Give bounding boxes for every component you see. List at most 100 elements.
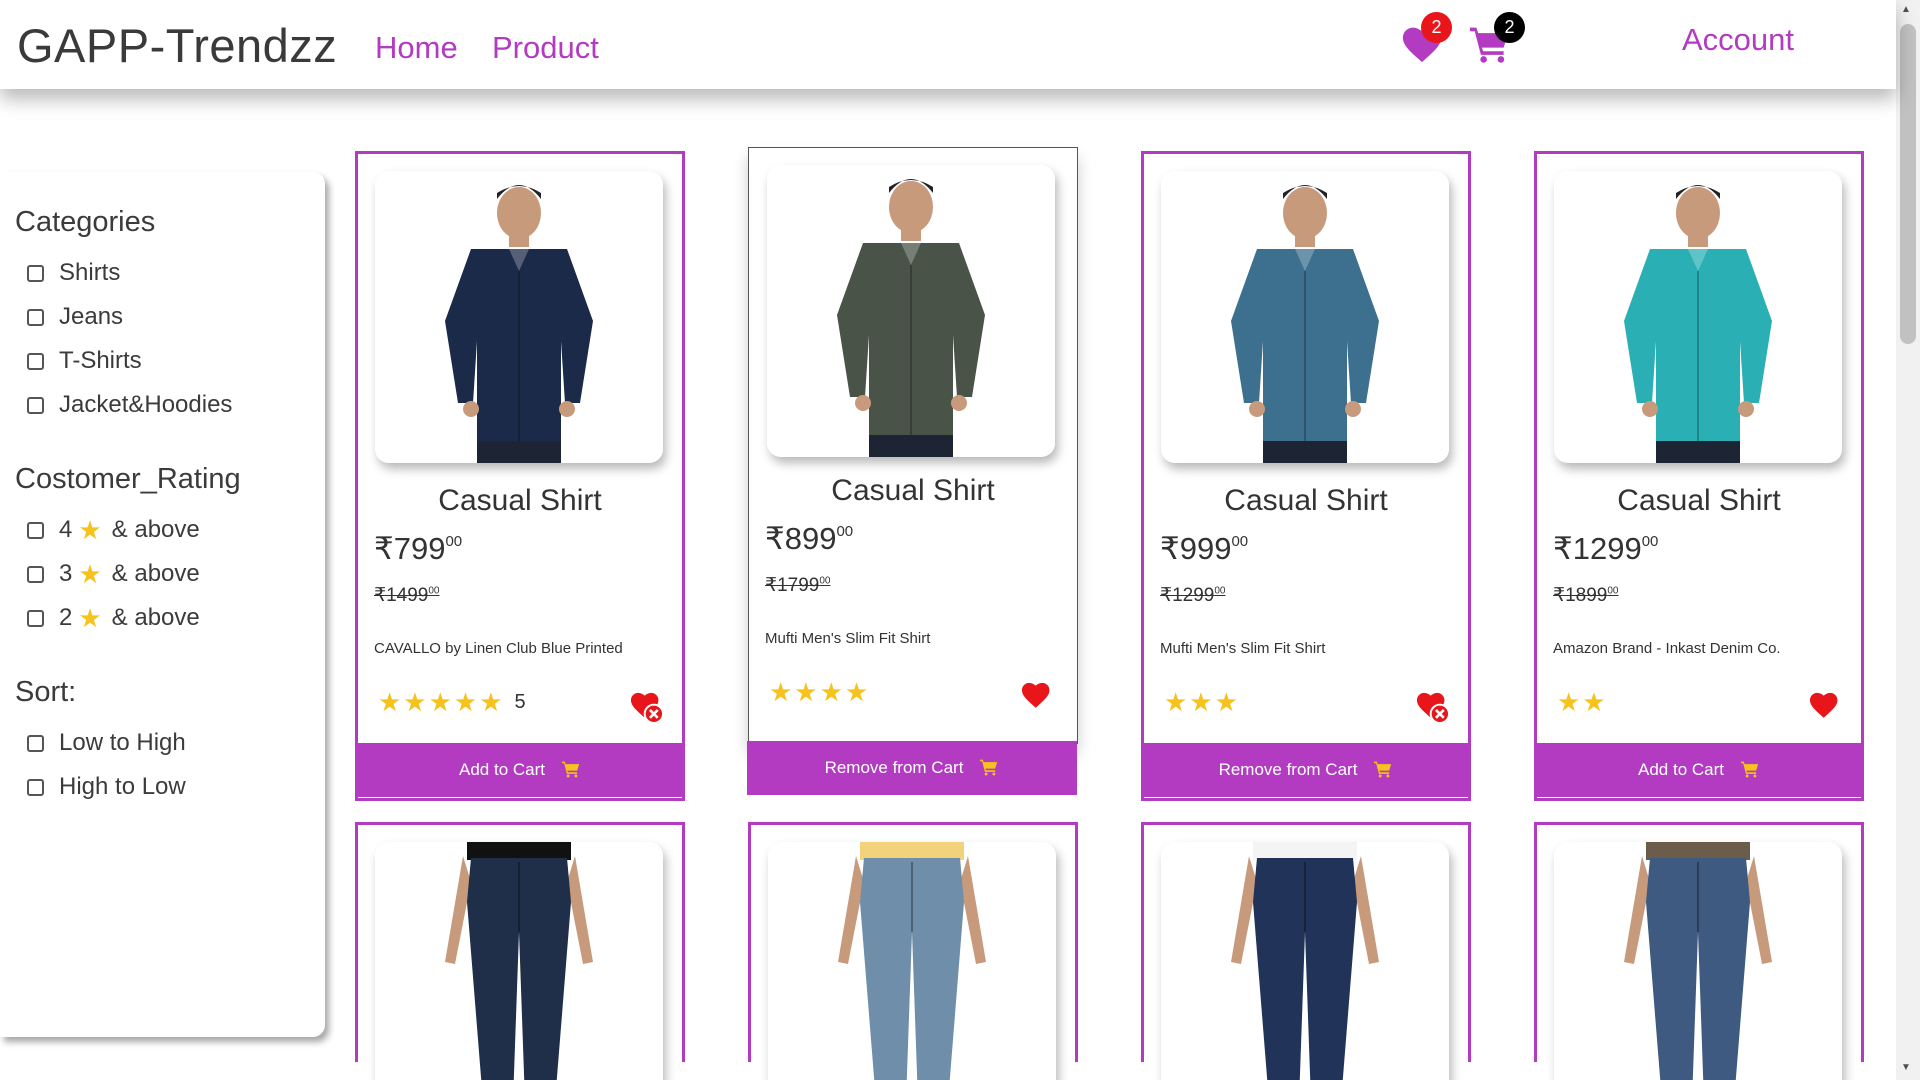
product-image-frame[interactable] [768, 842, 1056, 1080]
product-image [1554, 171, 1842, 463]
cart-icon [562, 761, 580, 778]
checkbox[interactable] [27, 734, 44, 752]
product-image-frame[interactable] [375, 171, 663, 463]
filter-rating-3[interactable]: 3 ★ & above [15, 552, 325, 596]
sort-label: Low to High [59, 729, 186, 756]
wishlist-count-badge: 2 [1421, 12, 1452, 43]
product-card[interactable] [1534, 822, 1864, 1080]
sort-low-to-high[interactable]: Low to High [15, 721, 325, 765]
checkbox[interactable] [27, 521, 44, 539]
product-price: ₹79900 [374, 531, 463, 566]
filter-rating-2[interactable]: 2 ★ & above [15, 596, 325, 640]
wishlist-heart-icon[interactable] [1019, 679, 1055, 713]
filter-label: Jeans [59, 303, 124, 330]
product-image-frame[interactable] [1161, 171, 1449, 463]
account-menu[interactable]: Account [1682, 22, 1794, 58]
product-image [1554, 842, 1842, 1080]
filter-shirts[interactable]: Shirts [15, 251, 325, 295]
filter-rating-4[interactable]: 4 ★ & above [15, 508, 325, 552]
product-card[interactable]: Casual Shirt ₹129900 ₹189900 Amazon Bran… [1534, 151, 1864, 801]
nav-product-link[interactable]: Product [492, 30, 599, 66]
product-image [768, 842, 1056, 1080]
scroll-up-arrow-icon[interactable]: ▲ [1901, 4, 1911, 15]
rating-stars: ★★★ [1164, 687, 1240, 717]
remove-wishlist-heart-icon[interactable] [628, 689, 664, 723]
product-card[interactable]: Casual Shirt ₹99900 ₹129900 Mufti Men's … [1141, 151, 1471, 801]
product-image [375, 842, 663, 1080]
product-description: Amazon Brand - Inkast Denim Co. [1553, 640, 1781, 657]
cart-icon [1374, 761, 1392, 778]
rating-count: 5 [514, 691, 526, 713]
product-image-frame[interactable] [767, 165, 1055, 457]
product-price: ₹99900 [1160, 531, 1249, 566]
rating-heading: Costomer_Rating [15, 463, 241, 495]
checkbox[interactable] [27, 565, 44, 583]
product-original-price: ₹149900 [374, 585, 440, 606]
checkbox[interactable] [27, 352, 44, 370]
sort-high-to-low[interactable]: High to Low [15, 765, 325, 809]
product-card[interactable] [1141, 822, 1471, 1080]
product-title: Casual Shirt [831, 474, 995, 507]
product-card[interactable]: Casual Shirt ₹79900 ₹149900 CAVALLO by L… [355, 151, 685, 801]
rating-value: 4 [59, 516, 73, 543]
rating-value: 2 [59, 604, 73, 631]
product-original-price: ₹189900 [1553, 585, 1619, 606]
product-title: Casual Shirt [438, 484, 602, 517]
categories-heading: Categories [15, 206, 156, 238]
add-to-cart-button[interactable]: Add to Cart [1534, 743, 1864, 797]
filter-tshirts[interactable]: T-Shirts [15, 339, 325, 383]
star-icon: ★ [78, 514, 102, 545]
filter-jackets-hoodies[interactable]: Jacket&Hoodies [15, 383, 325, 427]
product-description: Mufti Men's Slim Fit Shirt [1160, 640, 1326, 657]
filter-jeans[interactable]: Jeans [15, 295, 325, 339]
brand-logo[interactable]: GAPP-Trendzz [17, 18, 337, 73]
remove-wishlist-heart-icon[interactable] [1414, 689, 1450, 723]
product-image-frame[interactable] [375, 842, 663, 1080]
cart-icon [980, 759, 998, 776]
product-image [767, 165, 1055, 457]
product-image-frame[interactable] [1161, 842, 1449, 1080]
product-card[interactable]: Casual Shirt ₹89900 ₹179900 Mufti Men's … [747, 147, 1078, 795]
cart-icon [1741, 761, 1759, 778]
filter-label: T-Shirts [59, 347, 142, 374]
checkbox[interactable] [27, 609, 44, 627]
top-navbar: GAPP-Trendzz Home Product 2 2 Account [0, 0, 1896, 89]
product-rating: ★★★★ [769, 677, 880, 708]
wishlist-heart-icon[interactable] [1807, 689, 1843, 723]
product-card[interactable] [748, 822, 1078, 1080]
filter-label: Shirts [59, 259, 121, 286]
scrollbar-thumb[interactable] [1900, 24, 1916, 344]
rating-stars: ★★ [1557, 687, 1608, 717]
product-image-frame[interactable] [1554, 171, 1842, 463]
product-price: ₹129900 [1553, 531, 1659, 566]
rating-value: 3 [59, 560, 73, 587]
product-rating: ★★★ [1164, 687, 1250, 718]
checkbox[interactable] [27, 264, 44, 282]
add-to-cart-button[interactable]: Add to Cart [355, 743, 685, 797]
checkbox[interactable] [27, 308, 44, 326]
product-card[interactable] [355, 822, 685, 1080]
product-price: ₹89900 [765, 521, 854, 556]
product-image [375, 171, 663, 463]
filter-sidebar: Categories Shirts Jeans T-Shirts Jacket&… [0, 172, 325, 1037]
rating-stars: ★★★★★ [378, 687, 505, 717]
checkbox[interactable] [27, 396, 44, 414]
nav-home-link[interactable]: Home [375, 30, 458, 66]
product-description: Mufti Men's Slim Fit Shirt [765, 630, 931, 647]
product-image-frame[interactable] [1554, 842, 1842, 1080]
rating-suffix: & above [111, 516, 200, 543]
checkbox[interactable] [27, 778, 44, 796]
remove-from-cart-button[interactable]: Remove from Cart [1141, 743, 1471, 797]
product-rating: ★★★★★ 5 [378, 687, 526, 718]
cart-count-badge: 2 [1494, 12, 1525, 43]
product-original-price: ₹129900 [1160, 585, 1226, 606]
rating-suffix: & above [111, 560, 200, 587]
product-image [1161, 171, 1449, 463]
page-scrollbar[interactable]: ▲ ▼ [1896, 0, 1920, 1080]
product-description: CAVALLO by Linen Club Blue Printed [374, 640, 623, 657]
product-original-price: ₹179900 [765, 575, 831, 596]
scroll-down-arrow-icon[interactable]: ▼ [1901, 1062, 1911, 1073]
sort-label: High to Low [59, 773, 186, 800]
remove-from-cart-button[interactable]: Remove from Cart [747, 741, 1077, 795]
star-icon: ★ [78, 602, 102, 633]
